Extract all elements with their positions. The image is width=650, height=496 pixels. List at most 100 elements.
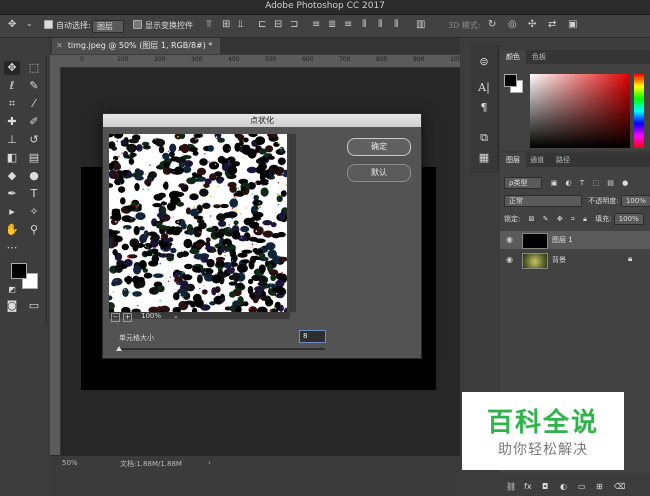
auto-align-icon[interactable]: ▥ [416, 19, 425, 30]
zoom-level[interactable]: 50% [62, 459, 78, 467]
type-tool-icon[interactable]: T [26, 187, 42, 201]
slide-3d-icon[interactable]: ⇄ [548, 19, 556, 30]
tab-layers[interactable]: 图层 [500, 153, 526, 167]
lock-transparent-icon[interactable]: ⊠ [529, 215, 535, 223]
gradient-tool-icon[interactable]: ▤ [26, 151, 42, 165]
cell-size-input[interactable]: 8 [299, 330, 326, 343]
align-top-icon[interactable]: ⫪ [206, 19, 212, 30]
brush-tool-icon[interactable]: ✐ [26, 115, 42, 129]
layer-row[interactable]: ◉ 背景 🔒︎ [500, 251, 650, 269]
filter-toggle-icon[interactable]: ● [622, 179, 628, 187]
clone-stamp-tool-icon[interactable]: ⊥ [4, 133, 20, 147]
zoom-out-icon[interactable]: − [111, 313, 120, 322]
history-panel-icon[interactable]: ⊜ [476, 55, 492, 69]
filter-adjustment-icon[interactable]: ◐ [566, 179, 572, 187]
tab-channels[interactable]: 通道 [524, 153, 550, 167]
ok-button[interactable]: 确定 [347, 138, 411, 156]
eraser-tool-icon[interactable]: ◧ [4, 151, 20, 165]
add-mask-icon[interactable]: ◘ [542, 482, 548, 491]
distribute-hcenter-icon[interactable]: ⦀ [378, 19, 382, 30]
lock-pixels-icon[interactable]: ✎ [543, 215, 549, 223]
scale-3d-icon[interactable]: ▣ [568, 19, 577, 30]
align-hcenter-icon[interactable]: ⊟ [274, 19, 282, 30]
show-transform-checkbox[interactable]: 显示变换控件 [133, 20, 193, 31]
align-vcenter-icon[interactable]: ⊞ [222, 19, 230, 30]
rotate-3d-icon[interactable]: ↻ [488, 19, 496, 30]
chevron-down-icon[interactable]: ⌄ [26, 19, 33, 28]
screen-mode-icon[interactable]: ▭ [26, 299, 42, 313]
properties-panel-icon[interactable]: ⧉ [476, 131, 492, 145]
crop-tool-icon[interactable]: ⌗ [4, 97, 20, 111]
lock-artboard-icon[interactable]: ⌗ [571, 215, 575, 223]
roll-3d-icon[interactable]: ◎ [508, 19, 517, 30]
fill-field[interactable]: 100% [613, 213, 644, 225]
distribute-vcenter-icon[interactable]: ≣ [328, 19, 336, 30]
zoom-tool-icon[interactable]: ⚲ [26, 223, 42, 237]
distribute-right-icon[interactable]: ⦀ [394, 19, 398, 30]
preview-vertical-scrollbar[interactable] [289, 134, 296, 312]
character-panel-icon[interactable]: A| [476, 81, 492, 95]
new-layer-icon[interactable]: ⊞ [596, 482, 603, 491]
blend-mode-dropdown[interactable]: 正常 [504, 195, 582, 207]
new-group-icon[interactable]: ▭ [578, 482, 586, 491]
lock-position-icon[interactable]: ✥ [557, 215, 563, 223]
dodge-tool-icon[interactable]: ● [26, 169, 42, 183]
more-tools-icon[interactable]: ⋯ [4, 241, 20, 255]
filter-type-icon[interactable]: T [580, 179, 584, 187]
blur-tool-icon[interactable]: ◆ [4, 169, 20, 183]
filter-pixel-icon[interactable]: ▣ [551, 179, 558, 187]
healing-brush-tool-icon[interactable]: ✚ [4, 115, 20, 129]
lock-all-icon[interactable]: 🔒︎ [583, 215, 587, 223]
link-layers-icon[interactable]: ⛓ [506, 482, 516, 491]
lasso-tool-icon[interactable]: ℓ [4, 79, 20, 93]
close-icon[interactable]: ✕ [56, 41, 63, 50]
auto-select-check-icon[interactable] [44, 20, 53, 29]
zoom-in-icon[interactable]: + [123, 313, 132, 322]
document-tab[interactable]: ✕ timg.jpeg @ 50% (图层 1, RGB/8#) * [52, 38, 221, 54]
kind-filter-dropdown[interactable]: ρ类型 [504, 177, 543, 189]
move-tool-icon[interactable]: ✥ [8, 19, 16, 30]
eye-icon[interactable]: ◉ [506, 235, 513, 244]
color-panel-foreground-swatch[interactable] [504, 74, 517, 87]
pan-3d-icon[interactable]: ✣ [528, 19, 536, 30]
fx-icon[interactable]: fx [524, 482, 532, 491]
quick-mask-icon[interactable]: ◙ [4, 299, 20, 313]
saturation-brightness-field[interactable] [530, 74, 630, 148]
marquee-tool-icon[interactable]: ⬚ [26, 61, 42, 75]
distribute-top-icon[interactable]: ≡ [312, 19, 320, 30]
layer-row[interactable]: ◉ 图层 1 [500, 231, 650, 249]
eye-icon[interactable]: ◉ [506, 255, 513, 264]
tab-swatches[interactable]: 色板 [526, 50, 552, 64]
auto-select-checkbox[interactable]: 自动选择: [44, 20, 91, 31]
eyedropper-tool-icon[interactable]: ⁄ [26, 97, 42, 111]
hand-tool-icon[interactable]: ✋ [4, 223, 20, 237]
default-button[interactable]: 默认 [347, 164, 411, 182]
auto-select-value[interactable]: 图层 [92, 20, 124, 33]
foreground-color-swatch[interactable] [11, 263, 27, 279]
align-left-icon[interactable]: ⊏ [258, 19, 266, 30]
layer-name[interactable]: 背景 [552, 255, 566, 265]
distribute-bottom-icon[interactable]: ≡ [344, 19, 352, 30]
paragraph-panel-icon[interactable]: ¶ [476, 101, 492, 115]
adjustments-panel-icon[interactable]: ▦ [476, 151, 492, 165]
align-right-icon[interactable]: ⊐ [290, 19, 298, 30]
tab-color[interactable]: 颜色 [500, 50, 526, 64]
filter-preview[interactable] [109, 134, 287, 312]
cell-size-slider-knob[interactable] [116, 346, 122, 351]
filter-smart-object-icon[interactable]: ▤ [607, 179, 614, 187]
layer-name[interactable]: 图层 1 [552, 235, 573, 245]
move-tool-icon[interactable]: ✥ [4, 61, 20, 75]
auto-select-dropdown[interactable]: 图层 [92, 20, 124, 33]
history-brush-tool-icon[interactable]: ↺ [26, 133, 42, 147]
tab-paths[interactable]: 路径 [550, 153, 576, 167]
path-select-tool-icon[interactable]: ▸ [4, 205, 20, 219]
filter-shape-icon[interactable]: ⬚ [592, 179, 599, 187]
distribute-left-icon[interactable]: ⦀ [362, 19, 366, 30]
zoom-chevron-down-icon[interactable]: ⌄ [173, 312, 179, 320]
quick-select-tool-icon[interactable]: ✎ [26, 79, 42, 93]
cell-size-slider[interactable] [119, 348, 325, 350]
delete-layer-icon[interactable]: ⌫ [614, 482, 625, 491]
status-menu-arrow-icon[interactable]: › [208, 459, 211, 467]
hue-slider[interactable] [634, 74, 644, 148]
shape-tool-icon[interactable]: ✧ [26, 205, 42, 219]
